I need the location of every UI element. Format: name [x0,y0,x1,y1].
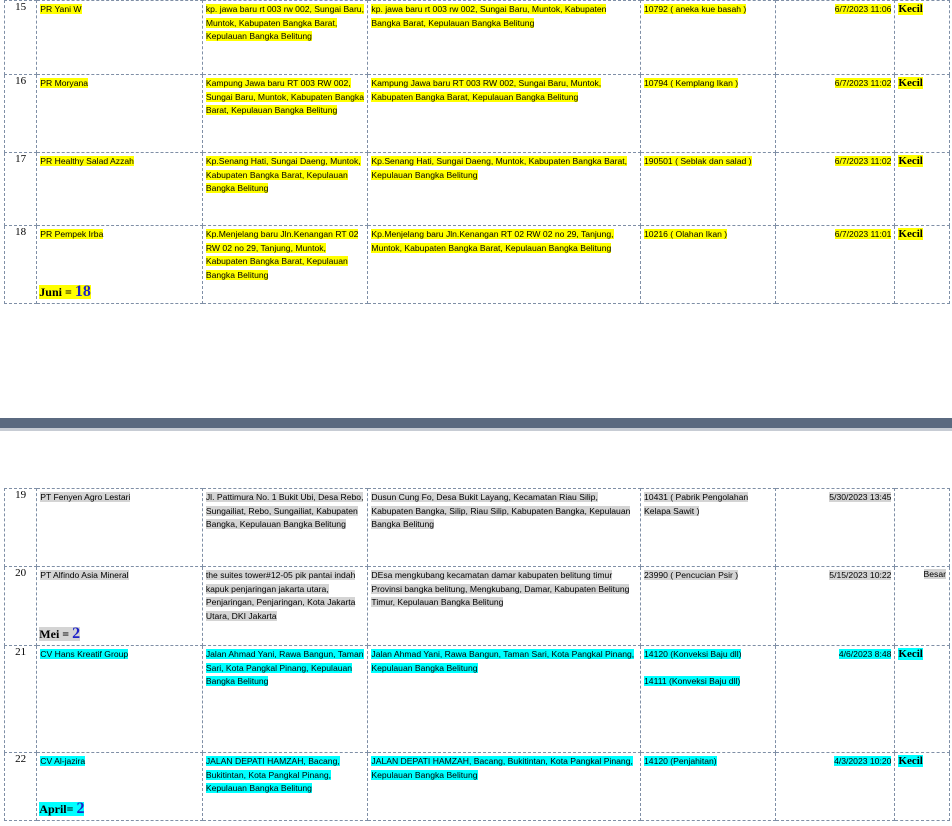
owner-address: Jalan Ahmad Yani, Rawa Bangun, Taman Sar… [205,649,364,686]
business-name: PR Yani W [40,4,82,14]
month-count-april: April= 2 [39,799,85,817]
business-table-page-1: 15 PR Yani W kp. jawa baru rt 003 rw 002… [3,0,950,304]
kbli-code: 23990 ( Pencucian Psir ) [644,570,739,580]
row-number: 17 [3,152,38,226]
registration-date: 6/7/2023 11:02 [834,156,892,166]
table-row: 17 PR Healthy Salad Azzah Kp.Senang Hati… [3,152,950,226]
owner-address: kp. jawa baru rt 003 rw 002, Sungai Baru… [205,4,364,41]
business-address: JALAN DEPATI HAMZAH, Bacang, Bukitintan,… [371,756,633,780]
business-size: Kecil [898,755,923,767]
page-separator [0,418,952,428]
business-name: CV Al-jazira [40,756,86,766]
business-name: PT Fenyen Agro Lestari [40,492,131,502]
business-size: Kecil [898,77,923,89]
count-value: 2 [76,799,85,817]
table-row: 22 CV Al-jazira April= 2 JALAN DEPATI HA… [3,752,950,821]
owner-address: Kampung Jawa baru RT 003 RW 002, Sungai … [205,78,365,115]
registration-date: 4/3/2023 10:20 [834,756,892,766]
row-number: 22 [3,752,38,821]
business-address: Jalan Ahmad Yani, Rawa Bangun, Taman Sar… [371,649,635,673]
registration-date: 5/30/2023 13:45 [829,492,892,502]
month-count-juni: Juni = 18 [39,282,91,300]
kbli-code: 10794 ( Kemplang Ikan ) [644,78,739,88]
count-value: 18 [74,282,91,300]
business-address: kp. jawa baru rt 003 rw 002, Sungai Baru… [371,4,607,28]
row-number: 19 [3,488,38,567]
business-name: PR Pempek Irba [40,229,104,239]
row-number: 15 [3,0,38,75]
registration-date: 6/7/2023 11:02 [834,78,892,88]
business-name: PT Alfindo Asia Mineral [40,570,129,580]
table-row: 18 PR Pempek Irba Juni = 18 Kp.Menjelang… [3,225,950,304]
registration-date: 4/6/2023 8:48 [838,649,892,659]
kbli-code: 10431 ( Pabrik Pengolahan Kelapa Sawit ) [644,492,749,516]
count-label: Juni = [39,284,75,299]
registration-date: 5/15/2023 10:22 [829,570,892,580]
business-address: Dusun Cung Fo, Desa Bukit Layang, Kecama… [371,492,631,529]
count-value: 2 [72,624,81,642]
business-address: DEsa mengkubang kecamatan damar kabupate… [371,570,630,607]
business-address: Kampung Jawa baru RT 003 RW 002, Sungai … [371,78,602,102]
registration-date: 6/7/2023 11:06 [834,4,892,14]
business-size: Besar [923,569,946,579]
owner-address: Kp.Senang Hati, Sungai Daeng, Muntok, Ka… [205,156,361,193]
kbli-code: 10216 ( Olahan Ikan ) [644,229,728,239]
page-separator-shadow [0,428,952,431]
row-number: 16 [3,74,38,153]
table-row: 19 PT Fenyen Agro Lestari Jl. Pattimura … [3,488,950,567]
business-size: Kecil [898,228,923,240]
owner-address: JALAN DEPATI HAMZAH, Bacang, Bukitintan,… [205,756,340,793]
business-name: PR Moryana [40,78,89,88]
business-address: Kp.Menjelang baru Jln.Kenangan RT 02 RW … [371,229,614,253]
business-size [894,488,950,567]
kbli-code-2: 14111 (Konveksi Baju dll) [644,676,741,686]
owner-address: Kp.Menjelang baru Jln.Kenangan RT 02 RW … [205,229,359,280]
registration-date: 6/7/2023 11:01 [834,229,892,239]
kbli-code: 14120 (Konveksi Baju dll) [644,649,742,659]
owner-address: Jl. Pattimura No. 1 Bukit Ubi, Desa Rebo… [205,492,364,529]
owner-address: the suites tower#12-05 pik pantai indah … [205,570,356,621]
business-size: Kecil [898,3,923,15]
table-row: 20 PT Alfindo Asia Mineral Mei = 2 the s… [3,566,950,646]
table-row: 15 PR Yani W kp. jawa baru rt 003 rw 002… [3,0,950,75]
count-label: April= [39,801,77,816]
kbli-code: 190501 ( Seblak dan salad ) [644,156,752,166]
kbli-code: 10792 ( aneka kue basah ) [644,4,747,14]
business-table-page-2: 19 PT Fenyen Agro Lestari Jl. Pattimura … [3,488,950,821]
business-size: Kecil [898,648,923,660]
business-name: CV Hans Kreatif Group [40,649,129,659]
kbli-code: 14120 (Penjahitan) [644,756,717,766]
row-number: 20 [3,566,38,646]
count-label: Mei = [39,626,73,641]
table-row: 21 CV Hans Kreatif Group Jalan Ahmad Yan… [3,645,950,753]
business-size: Kecil [898,155,923,167]
business-name: PR Healthy Salad Azzah [40,156,134,166]
row-number: 21 [3,645,38,753]
month-count-mei: Mei = 2 [39,624,81,642]
row-number: 18 [3,225,38,304]
table-row: 16 PR Moryana Kampung Jawa baru RT 003 R… [3,74,950,153]
business-address: Kp.Senang Hati, Sungai Daeng, Muntok, Ka… [371,156,628,180]
